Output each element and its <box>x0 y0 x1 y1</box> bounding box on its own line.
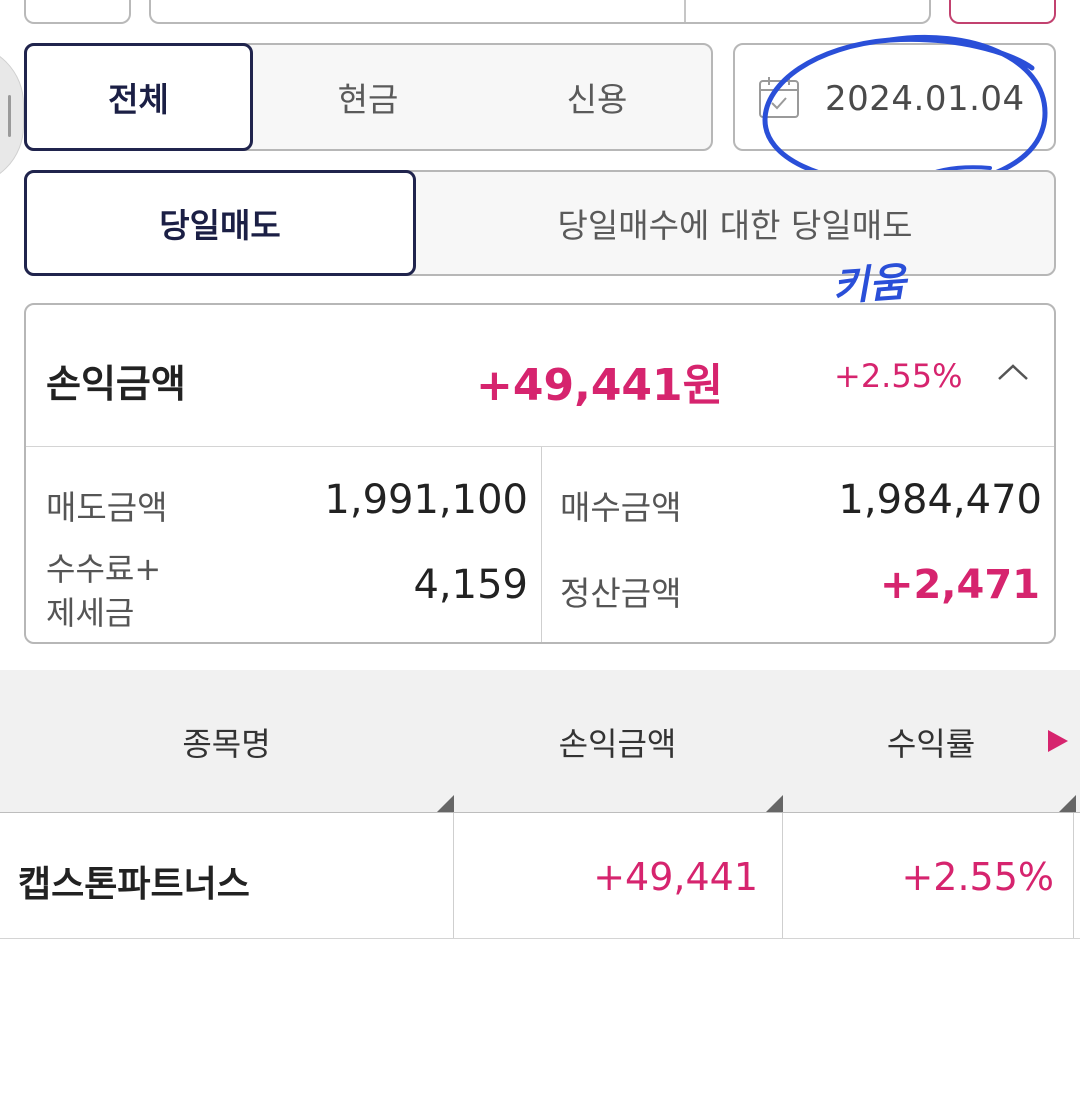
tab-same-day-sell[interactable]: 당일매도 <box>24 170 416 276</box>
fee-tax-label-line1: 수수료+ <box>46 550 162 588</box>
pl-value: +49,441원 <box>476 360 724 411</box>
top-right-button[interactable] <box>949 0 1056 24</box>
settlement-label: 정산금액 <box>560 574 682 613</box>
tab-all[interactable]: 전체 <box>24 43 253 151</box>
fee-tax-label-line2: 제세금 <box>46 594 135 632</box>
tab-cash[interactable]: 현금 <box>253 45 483 149</box>
header-profit-amount[interactable]: 손익금액 <box>453 670 782 813</box>
header-stock-name[interactable]: 종목명 <box>0 670 453 813</box>
side-drawer-handle[interactable] <box>0 44 24 186</box>
sell-amount-value: 1,991,100 <box>324 477 528 523</box>
header-return-rate[interactable]: 수익률 <box>782 670 1080 813</box>
sort-corner-marker <box>1058 795 1076 813</box>
table-row[interactable]: 캡스톤파트너스 +49,441 +2.55% <box>0 813 1080 938</box>
column-divider <box>453 813 454 938</box>
pl-rate: +2.55% <box>834 357 963 395</box>
column-divider <box>782 813 783 938</box>
chevron-up-icon[interactable] <box>996 361 1030 383</box>
column-divider <box>1073 813 1074 938</box>
top-middle-control[interactable] <box>149 0 931 24</box>
table-row-bottom-border <box>0 938 1080 939</box>
sort-corner-marker <box>436 795 454 813</box>
buy-amount-label: 매수금액 <box>560 488 682 527</box>
card-divider <box>26 446 1054 447</box>
sort-corner-marker <box>765 795 783 813</box>
pl-label: 손익금액 <box>46 362 186 406</box>
fee-tax-label: 수수료+ 제세금 <box>46 547 161 635</box>
fee-tax-value: 4,159 <box>413 562 528 608</box>
scroll-right-arrow-icon[interactable] <box>1046 728 1070 754</box>
table-header: 종목명 손익금액 수익률 <box>0 670 1080 813</box>
tab-credit[interactable]: 신용 <box>483 45 711 149</box>
settlement-value: +2,471 <box>879 562 1040 608</box>
profit-summary-card: 손익금액 +49,441원 +2.55% 매도금액 1,991,100 매수금액… <box>24 303 1056 644</box>
top-left-control[interactable] <box>24 0 131 24</box>
tab-same-day-buy-sell[interactable]: 당일매수에 대한 당일매도 <box>416 172 1054 274</box>
divider <box>684 0 686 22</box>
stock-name-cell: 캡스톤파트너스 <box>18 864 250 905</box>
sell-amount-label: 매도금액 <box>46 488 168 527</box>
buy-amount-value: 1,984,470 <box>838 477 1042 523</box>
profit-amount-cell: +49,441 <box>593 855 758 899</box>
card-column-divider <box>541 447 542 642</box>
return-rate-cell: +2.55% <box>901 855 1054 899</box>
